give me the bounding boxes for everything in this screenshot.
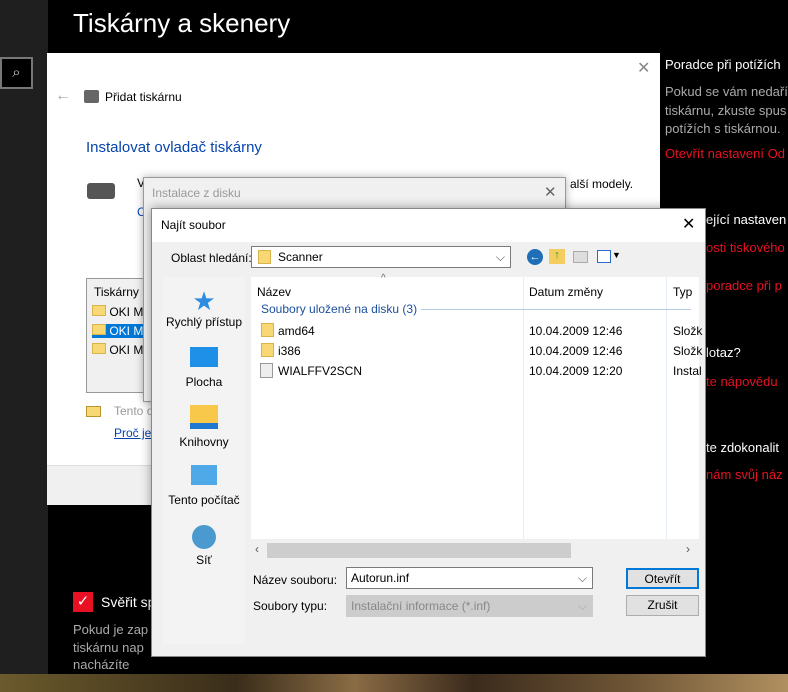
place-this-pc[interactable]: Tento počítač	[154, 465, 254, 507]
close-icon[interactable]: ✕	[544, 183, 557, 201]
place-libraries[interactable]: Knihovny	[154, 405, 254, 449]
troubleshoot-text-2: tiskárnu, zkuste spus	[665, 103, 787, 118]
scroll-left-icon: ‹	[255, 542, 259, 556]
places-bar: ★ Rychlý přístup Plocha Knihovny Tento po…	[162, 277, 245, 644]
computer-icon	[191, 465, 217, 485]
checkbox-label: Svěřit sp	[101, 594, 156, 610]
find-file-dialog: Najít soubor ✕ Oblast hledání: Scanner ⌵ …	[151, 208, 706, 657]
page-title: Tiskárny a skenery	[73, 8, 291, 38]
signed-text: Tento o	[114, 404, 154, 418]
star-icon: ★	[192, 286, 216, 316]
column-header-type[interactable]: Typ	[673, 285, 692, 299]
column-header-name[interactable]: Název	[257, 285, 291, 299]
models-text: alší modely.	[570, 177, 634, 191]
look-in-label: Oblast hledání:	[171, 251, 252, 265]
printer-icon	[84, 90, 99, 103]
file-list[interactable]: ^ Název Datum změny Typ Soubory uložené …	[251, 273, 702, 560]
heading: Instalovat ovladač tiskárny	[86, 139, 262, 156]
horizontal-scrollbar[interactable]: ‹ ›	[251, 539, 699, 560]
filetype-label: Soubory typu:	[253, 599, 328, 613]
scrollbar-thumb[interactable]	[267, 543, 571, 558]
inf-file-icon	[260, 363, 273, 378]
sort-arrow-icon: ^	[381, 273, 386, 284]
up-folder-icon[interactable]: ↑	[549, 249, 565, 264]
close-icon[interactable]: ✕	[637, 58, 650, 78]
chevron-down-icon[interactable]: ▼	[612, 250, 621, 260]
help-link[interactable]: te nápovědu	[706, 374, 778, 389]
libraries-icon	[190, 405, 218, 429]
window-title: Přidat tiskárnu	[105, 90, 182, 104]
troubleshoot-text-3: potížích s tiskárnou.	[665, 121, 781, 136]
question-title: lotaz?	[706, 345, 741, 360]
search-icon[interactable]: ⌕	[0, 57, 33, 89]
dialog-title: Instalace z disku	[152, 186, 241, 200]
cancel-button[interactable]: Zrušit	[626, 595, 699, 616]
view-menu-icon[interactable]	[597, 250, 611, 263]
back-arrow-icon[interactable]: ←	[55, 87, 71, 105]
related-link-1[interactable]: osti tiskového	[706, 240, 785, 255]
filename-label: Název souboru:	[253, 573, 338, 587]
related-title: ející nastaven	[706, 212, 787, 227]
nav-strip	[0, 0, 48, 674]
feedback-link[interactable]: nám svůj náz	[706, 467, 783, 482]
related-link-2[interactable]: poradce při p	[706, 278, 782, 293]
back-icon[interactable]: ←	[527, 249, 543, 265]
desktop-icon	[190, 347, 218, 367]
dialog-title: Najít soubor	[161, 218, 226, 232]
troubleshoot-title: Poradce při potížích	[665, 57, 781, 72]
title-bar	[152, 209, 705, 242]
printer-device-icon	[87, 183, 115, 199]
scroll-right-icon: ›	[686, 542, 690, 556]
bottom-text-2: tiskárnu nap	[73, 640, 144, 655]
place-network[interactable]: Síť	[154, 525, 254, 567]
bottom-text-3: nacházíte	[73, 657, 130, 672]
troubleshoot-text-1: Pokud se vám nedaří	[665, 84, 788, 99]
file-row[interactable]: WIALFFV2SCN 10.04.2009 12:20 Instal	[251, 361, 702, 381]
file-row[interactable]: i386 10.04.2009 12:46 Složk	[251, 341, 702, 361]
cert-icon	[86, 406, 101, 417]
new-folder-icon[interactable]	[573, 251, 588, 263]
look-in-combo[interactable]: Scanner ⌵	[251, 246, 511, 268]
desktop-wallpaper	[0, 674, 788, 692]
filetype-select[interactable]: Instalační informace (*.inf) ⌵	[346, 595, 593, 617]
open-button[interactable]: Otevřít	[626, 568, 699, 589]
filename-input[interactable]: Autorun.inf ⌵	[346, 567, 593, 589]
group-header[interactable]: Soubory uložené na disku (3)	[261, 302, 417, 316]
place-desktop[interactable]: Plocha	[154, 347, 254, 389]
checkbox-icon[interactable]: ✓	[73, 592, 93, 612]
bottom-text-1: Pokud je zap	[73, 622, 149, 637]
column-header-date[interactable]: Datum změny	[529, 285, 603, 299]
why-link[interactable]: Proč je	[114, 426, 151, 440]
place-quick-access[interactable]: ★ Rychlý přístup	[154, 287, 254, 329]
improve-title: te zdokonalit	[706, 440, 779, 455]
list-item[interactable]: OKI M	[92, 305, 143, 319]
open-settings-link[interactable]: Otevřít nastavení Od	[665, 146, 785, 161]
file-row[interactable]: amd64 10.04.2009 12:46 Složk	[251, 321, 702, 341]
close-icon[interactable]: ✕	[682, 214, 695, 234]
list-item[interactable]: OKI M	[92, 343, 143, 357]
list-header: Tiskárny	[94, 285, 139, 299]
network-icon	[192, 525, 216, 549]
